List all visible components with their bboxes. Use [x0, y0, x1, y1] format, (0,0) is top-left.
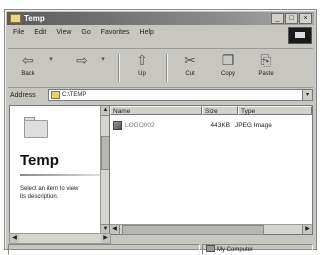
- windows-logo-icon: [288, 27, 312, 44]
- forward-dropdown-button[interactable]: ▾: [96, 51, 110, 85]
- menu-bar: File Edit View Go Favorites Help: [8, 27, 313, 38]
- divider: [20, 174, 100, 176]
- address-value: C:\TEMP: [62, 92, 87, 98]
- maximize-button[interactable]: □: [285, 13, 298, 24]
- scroll-thumb[interactable]: [122, 225, 264, 235]
- close-button[interactable]: ×: [299, 13, 312, 24]
- copy-button[interactable]: ❐ Copy: [214, 51, 242, 85]
- folder-icon: [51, 91, 60, 99]
- menu-go[interactable]: Go: [76, 29, 95, 36]
- folder-large-icon: [24, 120, 48, 138]
- address-input[interactable]: C:\TEMP ▾: [48, 89, 313, 101]
- image-file-icon: [113, 120, 122, 130]
- chevron-down-icon: ▾: [49, 56, 53, 63]
- menu-edit[interactable]: Edit: [29, 29, 51, 36]
- folder-icon: [10, 14, 21, 23]
- list-header: Name Size Type: [110, 106, 312, 116]
- forward-button[interactable]: ⇨: [68, 51, 96, 85]
- paste-button[interactable]: ⎘ Paste: [252, 51, 280, 85]
- back-button[interactable]: ⇦ Back: [14, 51, 42, 85]
- up-button[interactable]: ⇧ Up: [128, 51, 156, 85]
- up-folder-icon: ⇧: [136, 52, 148, 68]
- column-name[interactable]: Name: [110, 106, 202, 115]
- file-size: 443KB: [210, 121, 230, 129]
- scroll-right-arrow-icon[interactable]: ▶: [302, 225, 312, 234]
- window-title: Temp: [24, 14, 45, 23]
- scroll-left-arrow-icon[interactable]: ◀: [10, 234, 19, 243]
- scroll-right-arrow-icon[interactable]: ▶: [101, 234, 110, 243]
- folder-title: Temp: [20, 152, 59, 169]
- list-item[interactable]: LOGO002 443KB JPEG Image: [110, 120, 312, 130]
- computer-icon: [206, 245, 215, 252]
- cut-button[interactable]: ✂ Cut: [176, 51, 204, 85]
- forward-arrow-icon: ⇨: [76, 52, 88, 68]
- status-bar: My Computer: [8, 244, 313, 255]
- address-label: Address: [10, 91, 36, 99]
- chevron-down-icon: ▾: [101, 56, 105, 63]
- back-arrow-icon: ⇦: [22, 52, 34, 68]
- address-dropdown-button[interactable]: ▾: [302, 90, 312, 100]
- status-panel: [8, 244, 200, 255]
- left-horizontal-scrollbar[interactable]: ◀ ▶: [9, 233, 111, 244]
- menu-help[interactable]: Help: [135, 29, 159, 36]
- column-size[interactable]: Size: [202, 106, 238, 115]
- file-name: LOGO002: [125, 121, 155, 129]
- file-list: Name Size Type LOGO002 443KB JPEG Image …: [109, 105, 313, 235]
- scroll-left-arrow-icon[interactable]: ◀: [110, 225, 120, 234]
- column-type[interactable]: Type: [238, 106, 312, 115]
- copy-icon: ❐: [221, 52, 235, 68]
- status-zone: My Computer: [202, 244, 313, 255]
- description-text: Select an item to view its description.: [20, 186, 79, 200]
- explorer-window: Temp _ □ × File Edit View Go Favorites H…: [4, 9, 317, 255]
- toolbar: ⇦ Back ▾ ⇨ ▾ ⇧ Up ✂ Cut ❐ Copy ⎘ Paste: [8, 48, 313, 88]
- menu-view[interactable]: View: [51, 29, 76, 36]
- scissors-icon: ✂: [184, 52, 196, 68]
- menu-file[interactable]: File: [8, 29, 29, 36]
- back-dropdown-button[interactable]: ▾: [44, 51, 58, 85]
- paste-icon: ⎘: [260, 52, 272, 68]
- web-view-panel: Temp Select an item to view its descript…: [9, 105, 111, 235]
- menu-favorites[interactable]: Favorites: [96, 29, 135, 36]
- horizontal-scrollbar[interactable]: ◀ ▶: [110, 224, 312, 235]
- minimize-button[interactable]: _: [271, 13, 284, 24]
- address-bar: Address C:\TEMP ▾: [8, 88, 313, 102]
- title-bar[interactable]: Temp _ □ ×: [7, 12, 314, 25]
- file-type: JPEG Image: [235, 121, 272, 129]
